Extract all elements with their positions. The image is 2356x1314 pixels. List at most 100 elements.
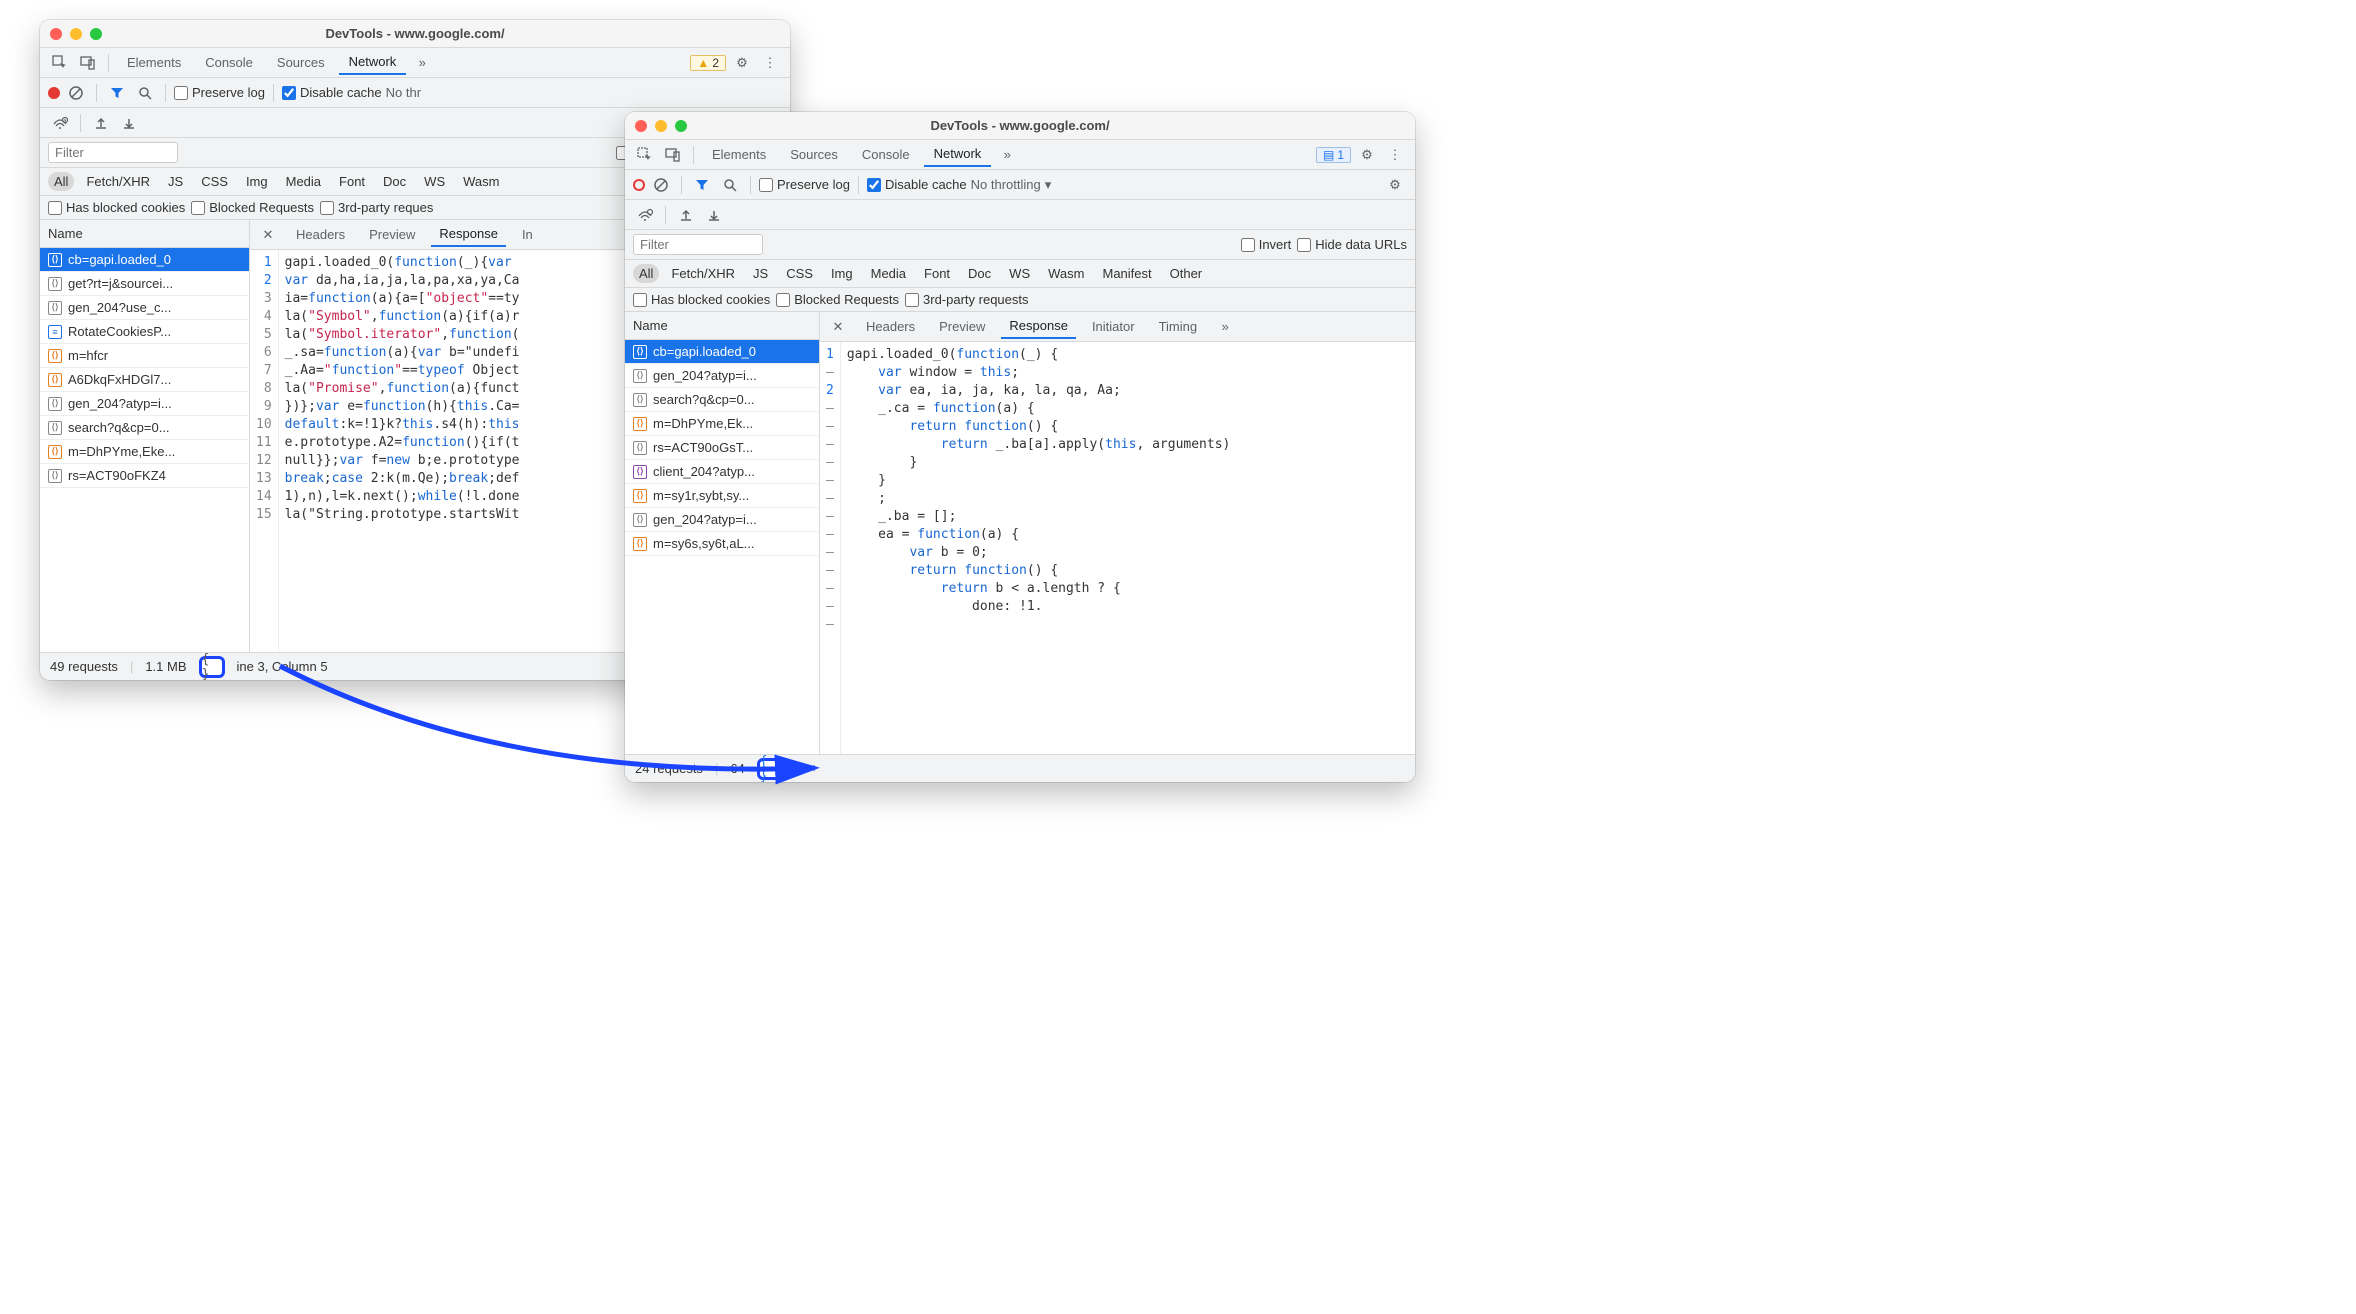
dtab-initiator[interactable]: Initiator — [1084, 315, 1143, 338]
minimize-icon[interactable] — [655, 120, 667, 132]
third-party-requests[interactable]: 3rd-party requests — [905, 292, 1029, 307]
request-row[interactable]: ⟨⟩rs=ACT90oFKZ4 — [40, 464, 249, 488]
request-row[interactable]: ⟨⟩gen_204?atyp=i... — [625, 508, 819, 532]
type-font[interactable]: Font — [918, 264, 956, 283]
request-row[interactable]: ⟨⟩cb=gapi.loaded_0 — [625, 340, 819, 364]
request-row[interactable]: ⟨⟩search?q&cp=0... — [625, 388, 819, 412]
type-wasm[interactable]: Wasm — [1042, 264, 1090, 283]
disable-cache-checkbox[interactable]: Disable cache — [867, 177, 967, 192]
more-dtabs-icon[interactable]: » — [1213, 315, 1237, 339]
throttling-chevron-icon[interactable]: ▾ — [1045, 177, 1052, 193]
hide-data-urls-checkbox[interactable]: Hide data URLs — [1297, 237, 1407, 252]
tab-elements[interactable]: Elements — [117, 51, 191, 74]
record-button[interactable] — [48, 87, 60, 99]
type-js[interactable]: JS — [162, 172, 189, 191]
download-har-icon[interactable] — [117, 111, 141, 135]
type-img[interactable]: Img — [825, 264, 859, 283]
zoom-icon[interactable] — [675, 120, 687, 132]
pretty-print-button[interactable]: { } — [199, 656, 225, 678]
pretty-print-button[interactable]: { } — [757, 758, 783, 780]
device-toggle-icon[interactable] — [661, 143, 685, 167]
download-har-icon[interactable] — [702, 203, 726, 227]
request-row[interactable]: ⟨⟩m=hfcr — [40, 344, 249, 368]
dtab-preview[interactable]: Preview — [361, 223, 423, 246]
type-fetch[interactable]: Fetch/XHR — [80, 172, 156, 191]
name-column-header[interactable]: Name — [40, 220, 249, 248]
filter-icon[interactable] — [690, 173, 714, 197]
throttling-select[interactable]: No throttling — [971, 177, 1041, 192]
request-row[interactable]: ⟨⟩gen_204?use_c... — [40, 296, 249, 320]
request-row[interactable]: ⟨⟩m=sy6s,sy6t,aL... — [625, 532, 819, 556]
request-row[interactable]: ⟨⟩search?q&cp=0... — [40, 416, 249, 440]
clear-icon[interactable] — [64, 81, 88, 105]
throttling-select[interactable]: No thr — [386, 85, 421, 100]
more-tabs-icon[interactable]: » — [995, 143, 1019, 167]
type-all[interactable]: All — [48, 172, 74, 191]
request-row[interactable]: ⟨⟩m=sy1r,sybt,sy... — [625, 484, 819, 508]
type-js[interactable]: JS — [747, 264, 774, 283]
request-row[interactable]: ⟨⟩rs=ACT90oGsT... — [625, 436, 819, 460]
kebab-icon[interactable]: ⋮ — [758, 51, 782, 75]
type-wasm[interactable]: Wasm — [457, 172, 505, 191]
tab-console[interactable]: Console — [852, 143, 920, 166]
warnings-badge[interactable]: ▲2 — [690, 55, 726, 71]
has-blocked-cookies[interactable]: Has blocked cookies — [633, 292, 770, 307]
request-row[interactable]: ⟨⟩m=DhPYme,Ek... — [625, 412, 819, 436]
type-media[interactable]: Media — [865, 264, 912, 283]
type-img[interactable]: Img — [240, 172, 274, 191]
request-row[interactable]: ⟨⟩cb=gapi.loaded_0 — [40, 248, 249, 272]
dtab-response[interactable]: Response — [1001, 314, 1076, 339]
type-all[interactable]: All — [633, 264, 659, 283]
close-detail-icon[interactable]: ✕ — [256, 223, 280, 247]
dtab-response[interactable]: Response — [431, 222, 506, 247]
request-row[interactable]: ⟨⟩gen_204?atyp=i... — [625, 364, 819, 388]
kebab-icon[interactable]: ⋮ — [1383, 143, 1407, 167]
inspect-icon[interactable] — [48, 51, 72, 75]
blocked-requests[interactable]: Blocked Requests — [191, 200, 314, 215]
third-party-requests[interactable]: 3rd-party reques — [320, 200, 433, 215]
request-row[interactable]: ⟨⟩A6DkqFxHDGl7... — [40, 368, 249, 392]
tab-network[interactable]: Network — [339, 50, 407, 75]
request-row[interactable]: ⟨⟩client_204?atyp... — [625, 460, 819, 484]
record-button[interactable] — [633, 179, 645, 191]
request-row[interactable]: ≡RotateCookiesP... — [40, 320, 249, 344]
messages-badge[interactable]: ▤1 — [1316, 147, 1351, 163]
filter-icon[interactable] — [105, 81, 129, 105]
more-tabs-icon[interactable]: » — [410, 51, 434, 75]
dtab-preview[interactable]: Preview — [931, 315, 993, 338]
type-doc[interactable]: Doc — [377, 172, 412, 191]
name-column-header[interactable]: Name — [625, 312, 819, 340]
request-row[interactable]: ⟨⟩m=DhPYme,Eke... — [40, 440, 249, 464]
dtab-headers[interactable]: Headers — [858, 315, 923, 338]
tab-network[interactable]: Network — [924, 142, 992, 167]
search-icon[interactable] — [718, 173, 742, 197]
tab-elements[interactable]: Elements — [702, 143, 776, 166]
close-icon[interactable] — [635, 120, 647, 132]
dtab-headers[interactable]: Headers — [288, 223, 353, 246]
preserve-log-checkbox[interactable]: Preserve log — [174, 85, 265, 100]
settings-icon[interactable]: ⚙ — [1355, 143, 1379, 167]
type-doc[interactable]: Doc — [962, 264, 997, 283]
upload-har-icon[interactable] — [89, 111, 113, 135]
dtab-initiator[interactable]: In — [514, 223, 541, 246]
has-blocked-cookies[interactable]: Has blocked cookies — [48, 200, 185, 215]
upload-har-icon[interactable] — [674, 203, 698, 227]
tab-sources[interactable]: Sources — [267, 51, 335, 74]
tab-sources[interactable]: Sources — [780, 143, 848, 166]
clear-icon[interactable] — [649, 173, 673, 197]
request-row[interactable]: ⟨⟩get?rt=j&sourcei... — [40, 272, 249, 296]
settings-icon[interactable]: ⚙ — [730, 51, 754, 75]
network-conditions-icon[interactable] — [633, 203, 657, 227]
blocked-requests[interactable]: Blocked Requests — [776, 292, 899, 307]
disable-cache-checkbox[interactable]: Disable cache — [282, 85, 382, 100]
minimize-icon[interactable] — [70, 28, 82, 40]
invert-checkbox[interactable]: Invert — [1241, 237, 1292, 252]
code-area[interactable]: gapi.loaded_0(function(_) { var window =… — [841, 342, 1415, 754]
network-settings-icon[interactable]: ⚙ — [1383, 173, 1407, 197]
type-font[interactable]: Font — [333, 172, 371, 191]
type-other[interactable]: Other — [1164, 264, 1209, 283]
tab-console[interactable]: Console — [195, 51, 263, 74]
close-detail-icon[interactable]: ✕ — [826, 315, 850, 339]
type-ws[interactable]: WS — [418, 172, 451, 191]
dtab-timing[interactable]: Timing — [1151, 315, 1206, 338]
